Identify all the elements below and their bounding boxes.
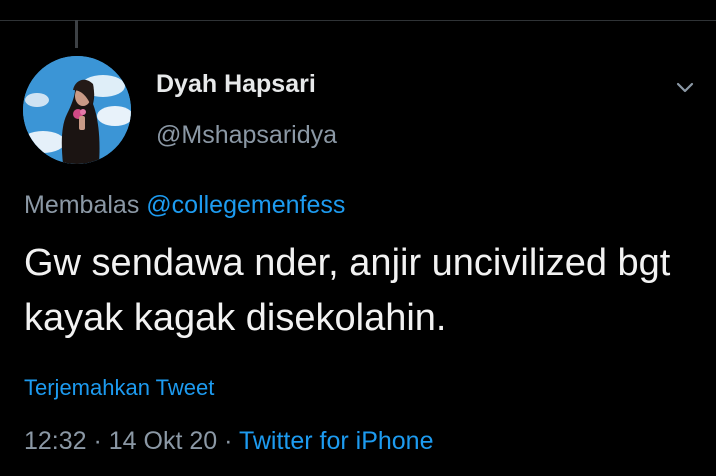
tweet-metadata: 12:32 · 14 Okt 20 · Twitter for iPhone [24,427,433,456]
user-handle[interactable]: @Mshapsaridya [156,121,337,150]
meta-separator: · [86,427,109,455]
avatar[interactable] [23,56,131,164]
translate-tweet-link[interactable]: Terjemahkan Tweet [24,375,214,401]
tweet-date[interactable]: 14 Okt 20 [109,427,217,455]
top-divider [0,20,716,21]
meta-separator: · [217,427,239,455]
reply-prefix: Membalas [24,191,140,219]
tweet-text: Gw sendawa nder, anjir uncivilized bgt k… [24,242,671,339]
reply-context: Membalas @collegemenfess [24,191,345,220]
chevron-down-icon[interactable] [670,74,700,100]
thread-connector-line [75,20,78,48]
display-name[interactable]: Dyah Hapsari [156,70,316,99]
tweet-time[interactable]: 12:32 [24,427,87,455]
avatar-photo [23,56,131,164]
reply-mention-link[interactable]: @collegemenfess [146,191,345,219]
tweet-source-link[interactable]: Twitter for iPhone [239,427,434,455]
